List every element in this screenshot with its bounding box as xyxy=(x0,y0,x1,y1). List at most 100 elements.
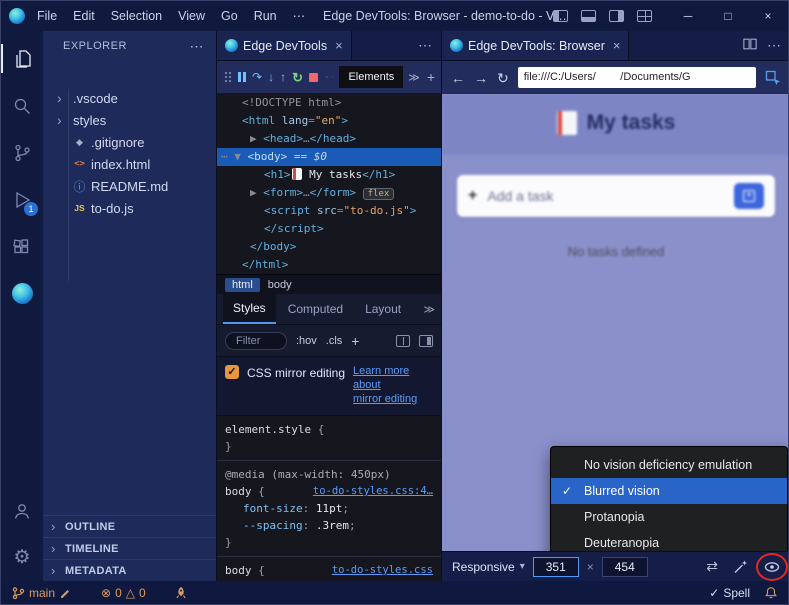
css-mirror-checkbox[interactable]: ✓ xyxy=(225,365,239,379)
customize-layout-icon[interactable] xyxy=(637,10,652,22)
section-metadata[interactable]: ›METADATA xyxy=(43,559,216,581)
sidebar-item-run-debug[interactable]: 1 xyxy=(1,176,43,223)
settings-button[interactable]: ⚙ xyxy=(1,534,43,581)
browser-more-actions-icon[interactable]: ⋯ xyxy=(767,37,781,54)
tab-edge-devtools-browser[interactable]: Edge DevTools: Browser × xyxy=(442,31,629,60)
device-mode-dropdown[interactable]: Responsive ▾ xyxy=(452,560,525,574)
stylesheet-link[interactable]: to-do-styles.css:4… xyxy=(313,483,433,500)
close-tab-icon[interactable]: × xyxy=(335,38,343,53)
dom-node-line[interactable]: </body> xyxy=(217,238,441,256)
dom-node-line[interactable]: ▶ <head>…</head> xyxy=(217,130,441,148)
branch-indicator[interactable]: main xyxy=(11,586,73,600)
split-editor-icon[interactable] xyxy=(743,37,757,55)
filter-input[interactable]: Filter xyxy=(225,332,287,350)
element-states-grid-icon[interactable] xyxy=(396,335,410,347)
explorer-more-actions-icon[interactable]: ⋯ xyxy=(190,38,205,55)
add-task-input[interactable]: + Add a task xyxy=(457,175,775,217)
menu-edit[interactable]: Edit xyxy=(65,1,103,31)
breadcrumb-body[interactable]: body xyxy=(268,279,292,291)
section-timeline[interactable]: ›TIMELINE xyxy=(43,537,216,559)
section-outline[interactable]: ›OUTLINE xyxy=(43,515,216,537)
toggle-secondary-sidebar-icon[interactable] xyxy=(609,10,624,22)
dom-node-line[interactable]: </html> xyxy=(217,256,441,274)
viewport-height-input[interactable] xyxy=(602,557,648,577)
deploy-indicator[interactable] xyxy=(174,586,188,600)
css-property[interactable]: font-size: 11pt; xyxy=(225,500,433,517)
rotate-viewport-icon[interactable]: ⇄ xyxy=(706,558,718,575)
toggle-panel-icon[interactable] xyxy=(581,10,596,22)
file-styles[interactable]: ›styles xyxy=(43,109,216,131)
notifications-bell-icon[interactable] xyxy=(764,586,778,600)
add-task-button[interactable] xyxy=(734,183,764,209)
emulation-wand-icon[interactable] xyxy=(733,559,749,575)
drag-handle-icon[interactable] xyxy=(225,72,232,82)
dom-node-line[interactable]: <h1> My tasks</h1> xyxy=(217,166,441,184)
file--vscode[interactable]: ›.vscode xyxy=(43,87,216,109)
menu-file[interactable]: File xyxy=(29,1,65,31)
step-into-button[interactable]: ↓ xyxy=(268,71,274,83)
toggle-primary-sidebar-icon[interactable] xyxy=(553,10,568,22)
style-rule-selector[interactable]: element.style { xyxy=(225,421,433,438)
new-style-rule-icon[interactable]: + xyxy=(351,333,359,349)
sidebar-item-edge-devtools[interactable] xyxy=(1,270,43,317)
menu-view[interactable]: View xyxy=(170,1,213,31)
forward-button[interactable]: → xyxy=(474,71,488,85)
dom-node-line[interactable]: ⋯ ▼ <body> == $0 xyxy=(217,148,441,166)
tab-styles[interactable]: Styles xyxy=(223,294,276,324)
dom-node-line[interactable]: ▶ <form>…</form> flex xyxy=(217,184,441,202)
dom-node-line[interactable]: <html lang="en"> xyxy=(217,112,441,130)
file-to-do-js[interactable]: JSto-do.js xyxy=(43,197,216,219)
dom-node-line[interactable]: </script> xyxy=(217,220,441,238)
device-emulation-icon[interactable] xyxy=(332,70,334,84)
stylesheet-link[interactable]: to-do-styles.css xyxy=(332,562,433,579)
sidebar-item-source-control[interactable] xyxy=(1,129,43,176)
file--gitignore[interactable]: ◆.gitignore xyxy=(43,131,216,153)
menu-item-deuteranopia[interactable]: Deuteranopia xyxy=(551,530,787,551)
inspect-element-icon[interactable] xyxy=(326,70,328,84)
pause-button[interactable] xyxy=(238,72,246,82)
toggle-element-state-button[interactable]: :hov xyxy=(296,335,317,347)
accounts-button[interactable] xyxy=(1,487,43,534)
sidebar-item-extensions[interactable] xyxy=(1,223,43,270)
menu-go[interactable]: Go xyxy=(213,1,246,31)
menu-item-no-vision-deficiency-emulation[interactable]: No vision deficiency emulation xyxy=(551,452,787,478)
maximize-button[interactable]: □ xyxy=(708,1,748,31)
step-over-button[interactable]: ↷ xyxy=(252,71,262,83)
menu-item-blurred-vision[interactable]: ✓Blurred vision xyxy=(551,478,787,504)
tab-edge-devtools[interactable]: Edge DevTools × xyxy=(217,31,352,60)
file-index-html[interactable]: <>index.html xyxy=(43,153,216,175)
viewport-width-input[interactable] xyxy=(533,557,579,577)
dom-node-line[interactable]: <!DOCTYPE html> xyxy=(217,94,441,112)
add-tool-icon[interactable]: + xyxy=(425,69,437,85)
url-bar[interactable]: file:///C:/Users/ /Documents/G xyxy=(518,67,756,88)
tab-computed[interactable]: Computed xyxy=(278,295,353,323)
css-property[interactable]: --spacing: .3rem; xyxy=(225,517,433,534)
minimize-button[interactable]: ─ xyxy=(668,1,708,31)
spell-checker-indicator[interactable]: ✓ Spell xyxy=(709,586,750,600)
sidebar-item-explorer[interactable] xyxy=(1,35,43,82)
more-style-tabs-icon[interactable]: ≫ xyxy=(423,303,435,316)
breadcrumb-html[interactable]: html xyxy=(225,278,260,292)
dom-node-line[interactable]: <script src="to-do.js"> xyxy=(217,202,441,220)
file-readme-md[interactable]: ⓘREADME.md xyxy=(43,175,216,197)
reload-button[interactable]: ↻ xyxy=(497,71,509,85)
stop-button[interactable] xyxy=(309,73,318,82)
back-button[interactable]: ← xyxy=(451,71,465,85)
problems-indicator[interactable]: ⊗ 0 △ 0 xyxy=(101,586,146,600)
tab-elements[interactable]: Elements xyxy=(339,66,403,88)
menu-run[interactable]: Run xyxy=(246,1,285,31)
menu-item-protanopia[interactable]: Protanopia xyxy=(551,504,787,530)
menu-more[interactable]: ⋯ xyxy=(285,1,314,31)
style-rule-selector[interactable]: to-do-styles.cssbody { xyxy=(225,562,433,579)
tab-layout[interactable]: Layout xyxy=(355,295,411,323)
more-tools-icon[interactable]: ≫ xyxy=(407,71,421,84)
dock-styles-icon[interactable] xyxy=(419,335,433,347)
menu-selection[interactable]: Selection xyxy=(103,1,170,31)
editor-more-actions-icon[interactable]: ⋯ xyxy=(418,37,432,54)
open-devtools-inspect-icon[interactable] xyxy=(765,70,781,86)
sidebar-item-search[interactable] xyxy=(1,82,43,129)
vision-deficiency-button[interactable] xyxy=(764,559,780,575)
close-tab-icon[interactable]: × xyxy=(613,38,621,53)
restart-button[interactable]: ↻ xyxy=(292,71,303,84)
mirror-editing-learn-more-link[interactable]: Learn more about mirror editing xyxy=(353,364,433,406)
